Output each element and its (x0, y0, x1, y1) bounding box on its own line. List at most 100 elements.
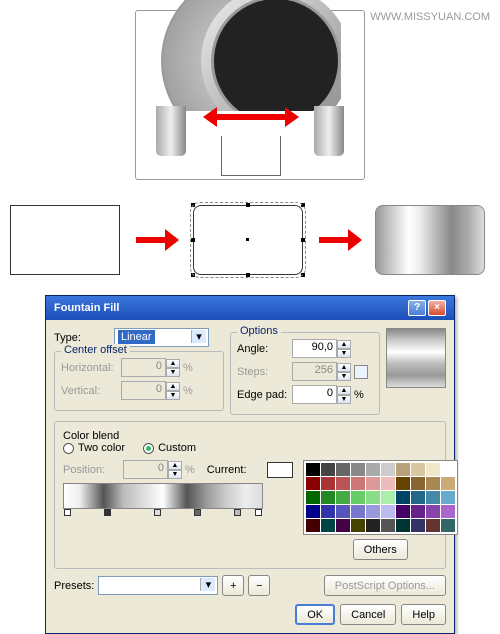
close-button[interactable]: × (428, 300, 446, 316)
presets-label: Presets: (54, 580, 94, 592)
swatch[interactable] (306, 477, 320, 490)
swatch[interactable] (441, 477, 455, 490)
lock-icon[interactable] (354, 365, 368, 379)
swatch[interactable] (381, 463, 395, 476)
color-blend-group: Color blend Two color Custom Position: 0… (54, 421, 446, 569)
fountain-fill-dialog: Fountain Fill ? × Type: Linear Center of… (45, 295, 455, 634)
position-label: Position: (63, 464, 123, 476)
postscript-button: PostScript Options... (324, 575, 446, 596)
angle-label: Angle: (237, 343, 292, 355)
help-button[interactable]: Help (401, 604, 446, 625)
swatch[interactable] (381, 519, 395, 532)
watermark-en: WWW.MISSYUAN.COM (370, 11, 490, 23)
edge-input[interactable]: 0 (292, 385, 337, 404)
two-color-radio[interactable]: Two color (63, 442, 125, 454)
center-offset-legend: Center offset (61, 344, 130, 356)
swatch[interactable] (381, 491, 395, 504)
swatch[interactable] (306, 519, 320, 532)
rectangle-selected (193, 205, 303, 275)
swatch[interactable] (441, 519, 455, 532)
gradient-preview (386, 328, 446, 388)
swatch[interactable] (396, 519, 410, 532)
watch-illustration (135, 10, 365, 180)
horizontal-label: Horizontal: (61, 362, 121, 374)
swatch[interactable] (396, 491, 410, 504)
swatch[interactable] (426, 463, 440, 476)
transform-steps (10, 200, 485, 280)
swatch[interactable] (426, 505, 440, 518)
swatch[interactable] (321, 491, 335, 504)
swatch[interactable] (366, 463, 380, 476)
swatch[interactable] (411, 477, 425, 490)
swatch[interactable] (381, 505, 395, 518)
swatch[interactable] (441, 491, 455, 504)
swatch[interactable] (411, 463, 425, 476)
swatch[interactable] (426, 519, 440, 532)
position-input: 0 (123, 460, 168, 479)
ok-button[interactable]: OK (295, 604, 335, 625)
swatch[interactable] (351, 505, 365, 518)
vertical-input: 0 (121, 381, 166, 400)
swatch[interactable] (366, 477, 380, 490)
preset-add-button[interactable]: + (222, 575, 244, 596)
swatch[interactable] (411, 505, 425, 518)
swatch[interactable] (351, 477, 365, 490)
color-swatches[interactable] (303, 460, 458, 535)
steps-label: Steps: (237, 366, 292, 378)
dialog-title: Fountain Fill (54, 302, 119, 314)
swatch[interactable] (396, 505, 410, 518)
swatch[interactable] (321, 463, 335, 476)
swatch[interactable] (441, 505, 455, 518)
current-color (267, 462, 293, 478)
swatch[interactable] (306, 491, 320, 504)
preset-remove-button[interactable]: − (248, 575, 270, 596)
swatch[interactable] (396, 463, 410, 476)
swatch[interactable] (411, 491, 425, 504)
swatch[interactable] (366, 491, 380, 504)
arrow-right-icon (136, 237, 176, 243)
swatch[interactable] (351, 463, 365, 476)
gradient-editor[interactable] (63, 483, 263, 509)
custom-radio[interactable]: Custom (143, 442, 196, 454)
rectangle-gradient (375, 205, 485, 275)
swatch[interactable] (396, 477, 410, 490)
swatch[interactable] (411, 519, 425, 532)
swatch[interactable] (366, 519, 380, 532)
color-blend-legend: Color blend (63, 430, 119, 442)
titlebar[interactable]: Fountain Fill ? × (46, 296, 454, 320)
swatch[interactable] (381, 477, 395, 490)
current-label: Current: (207, 464, 267, 476)
swatch[interactable] (321, 519, 335, 532)
swatch[interactable] (336, 463, 350, 476)
swatch[interactable] (441, 463, 455, 476)
swatch[interactable] (306, 505, 320, 518)
horizontal-input: 0 (121, 358, 166, 377)
options-legend: Options (237, 325, 281, 337)
rectangle-plain (10, 205, 120, 275)
center-offset-group: Center offset Horizontal: 0 ▲▼ % Vertica… (54, 351, 224, 411)
swatch[interactable] (336, 477, 350, 490)
swatch[interactable] (321, 505, 335, 518)
swatch[interactable] (426, 477, 440, 490)
swatch[interactable] (351, 491, 365, 504)
swatch[interactable] (426, 491, 440, 504)
others-button[interactable]: Others (353, 539, 408, 560)
swatch[interactable] (306, 463, 320, 476)
double-arrow-icon (211, 114, 291, 120)
arrow-right-icon (319, 237, 359, 243)
angle-input[interactable]: 90,0 (292, 339, 337, 358)
cancel-button[interactable]: Cancel (340, 604, 396, 625)
help-button[interactable]: ? (408, 300, 426, 316)
presets-select[interactable] (98, 576, 218, 595)
swatch[interactable] (351, 519, 365, 532)
swatch[interactable] (336, 505, 350, 518)
type-label: Type: (54, 332, 114, 344)
options-group: Options Angle: 90,0 ▲▼ Steps: 256 ▲▼ Edg… (230, 332, 380, 415)
steps-input: 256 (292, 362, 337, 381)
vertical-label: Vertical: (61, 385, 121, 397)
swatch[interactable] (366, 505, 380, 518)
edge-label: Edge pad: (237, 389, 292, 401)
swatch[interactable] (321, 477, 335, 490)
swatch[interactable] (336, 519, 350, 532)
swatch[interactable] (336, 491, 350, 504)
